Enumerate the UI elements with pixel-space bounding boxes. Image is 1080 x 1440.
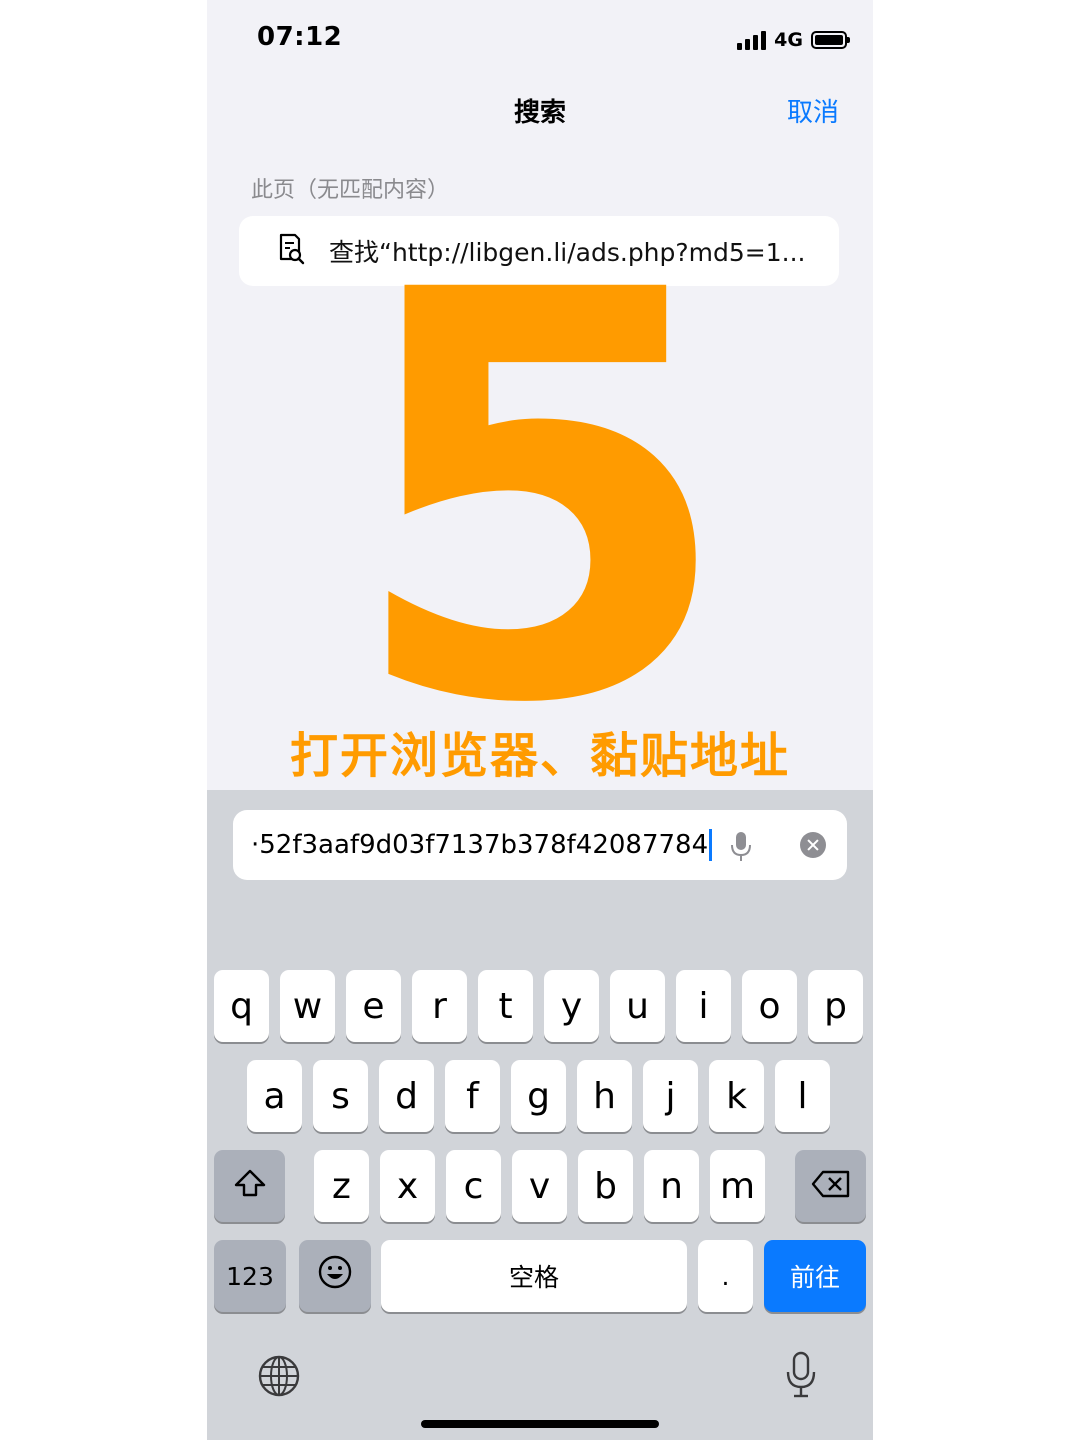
network-type: 4G bbox=[774, 29, 803, 51]
go-key[interactable]: 前往 bbox=[764, 1240, 866, 1312]
cancel-button[interactable]: 取消 bbox=[787, 92, 839, 129]
key-t[interactable]: t bbox=[478, 970, 533, 1042]
step-number: 5 bbox=[345, 174, 735, 826]
key-w[interactable]: w bbox=[280, 970, 335, 1042]
key-l[interactable]: l bbox=[775, 1060, 830, 1132]
signal-icon bbox=[737, 30, 767, 50]
key-u[interactable]: u bbox=[610, 970, 665, 1042]
key-h[interactable]: h bbox=[577, 1060, 632, 1132]
period-key[interactable]: . bbox=[698, 1240, 753, 1312]
globe-icon[interactable] bbox=[257, 1354, 301, 1402]
step-caption: 打开浏览器、黏贴地址 bbox=[289, 728, 790, 784]
backspace-icon bbox=[811, 1166, 851, 1207]
key-m[interactable]: m bbox=[710, 1150, 765, 1222]
status-indicators: 4G bbox=[737, 26, 850, 54]
battery-icon bbox=[811, 31, 850, 49]
key-v[interactable]: v bbox=[512, 1150, 567, 1222]
key-r[interactable]: r bbox=[412, 970, 467, 1042]
key-j[interactable]: j bbox=[643, 1060, 698, 1132]
key-i[interactable]: i bbox=[676, 970, 731, 1042]
shift-icon bbox=[233, 1166, 267, 1207]
home-indicator bbox=[421, 1420, 659, 1428]
key-z[interactable]: z bbox=[314, 1150, 369, 1222]
delete-key[interactable] bbox=[795, 1150, 866, 1222]
key-c[interactable]: c bbox=[446, 1150, 501, 1222]
key-q[interactable]: q bbox=[214, 970, 269, 1042]
key-p[interactable]: p bbox=[808, 970, 863, 1042]
address-text[interactable]: ·52f3aaf9d03f7137b378f42087784 bbox=[251, 830, 708, 860]
key-d[interactable]: d bbox=[379, 1060, 434, 1132]
key-o[interactable]: o bbox=[742, 970, 797, 1042]
space-key[interactable]: 空格 bbox=[381, 1240, 687, 1312]
key-x[interactable]: x bbox=[380, 1150, 435, 1222]
microphone-icon[interactable] bbox=[729, 830, 753, 868]
key-y[interactable]: y bbox=[544, 970, 599, 1042]
page-title: 搜索 bbox=[513, 98, 566, 128]
key-b[interactable]: b bbox=[578, 1150, 633, 1222]
status-time: 07:12 bbox=[257, 22, 343, 52]
phone-screen: 07:12 4G 搜索 取消 此页（无匹配内容） 查找“http://libge… bbox=[207, 0, 873, 1440]
address-bar[interactable]: ·52f3aaf9d03f7137b378f42087784 bbox=[233, 810, 847, 880]
key-n[interactable]: n bbox=[644, 1150, 699, 1222]
emoji-icon bbox=[317, 1254, 353, 1299]
text-caret bbox=[709, 829, 713, 861]
numbers-key[interactable]: 123 bbox=[214, 1240, 286, 1312]
key-a[interactable]: a bbox=[247, 1060, 302, 1132]
emoji-key[interactable] bbox=[299, 1240, 371, 1312]
key-k[interactable]: k bbox=[709, 1060, 764, 1132]
key-e[interactable]: e bbox=[346, 970, 401, 1042]
keyboard-area: ·52f3aaf9d03f7137b378f42087784 qwertyuio… bbox=[207, 790, 873, 1440]
shift-key[interactable] bbox=[214, 1150, 285, 1222]
key-f[interactable]: f bbox=[445, 1060, 500, 1132]
key-g[interactable]: g bbox=[511, 1060, 566, 1132]
key-s[interactable]: s bbox=[313, 1060, 368, 1132]
clear-text-icon[interactable] bbox=[800, 832, 826, 858]
dictation-mic-icon[interactable] bbox=[785, 1350, 817, 1404]
